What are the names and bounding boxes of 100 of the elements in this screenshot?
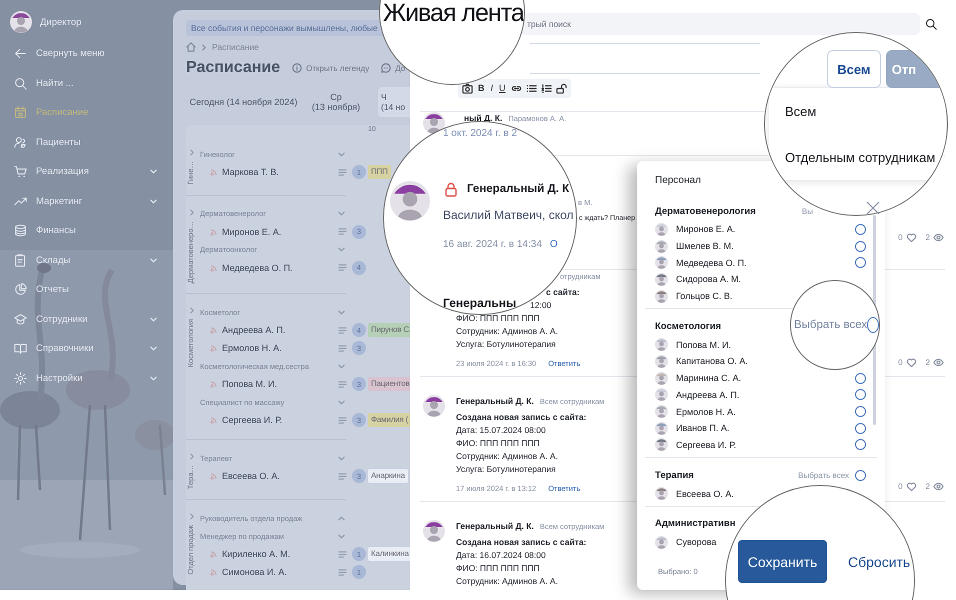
staff-name[interactable]: Капитанова О. А. (676, 356, 748, 366)
radio-button[interactable] (855, 372, 866, 384)
staff-name[interactable]: Кириленко А. М. (222, 549, 290, 560)
chevron-down-icon[interactable] (338, 152, 345, 156)
staff-name[interactable]: Попова М. И. (222, 379, 278, 389)
radio-button[interactable] (855, 406, 866, 418)
search-icon[interactable] (925, 18, 937, 30)
menu-icon[interactable] (338, 168, 347, 176)
menu-icon[interactable] (338, 228, 347, 236)
appointment-chip[interactable]: Фамилия ( (368, 413, 410, 427)
staff-name[interactable]: Сергеева И. Р. (222, 415, 282, 425)
author-avatar[interactable] (423, 112, 445, 134)
chevron-down-icon[interactable] (338, 534, 345, 539)
close-icon[interactable] (866, 201, 880, 215)
chevron-up-icon[interactable] (338, 516, 345, 521)
staff-name[interactable]: Симонова И. А. (222, 567, 287, 578)
radio-button[interactable] (855, 439, 866, 450)
radio-button[interactable] (855, 422, 866, 434)
radio-button[interactable] (855, 240, 866, 252)
appointment-chip[interactable]: Анаркина (368, 469, 408, 483)
appointment-chip[interactable]: Пирунов С. (368, 323, 410, 337)
staff-name[interactable]: Миронов Е. А. (222, 226, 282, 237)
numbered-list-icon[interactable] (540, 83, 552, 94)
save-button[interactable]: Сохранить (738, 540, 827, 583)
staff-name[interactable]: Гольцов С. В. (676, 291, 732, 302)
staff-name[interactable]: Маркова Т. В. (222, 167, 279, 177)
menu-icon[interactable] (338, 416, 347, 424)
staff-name[interactable]: Ермолов Н. А. (676, 406, 736, 417)
reset-link[interactable]: Сбросить (848, 554, 910, 570)
chevron-down-icon[interactable] (338, 310, 345, 314)
menu-icon[interactable] (338, 380, 347, 388)
staff-name[interactable]: Евсеева О. А. (676, 488, 734, 499)
menu-icon[interactable] (338, 264, 347, 272)
radio-button[interactable] (867, 317, 879, 333)
staff-name[interactable]: Андреева А. П. (222, 325, 286, 335)
radio-button[interactable] (855, 389, 866, 400)
author-avatar[interactable] (390, 181, 430, 221)
staff-name[interactable]: Андреева А. П. (676, 390, 740, 400)
staff-name[interactable]: Сидорова А. М. (676, 274, 741, 284)
author-avatar[interactable] (423, 395, 445, 417)
menu-item[interactable]: Отдельным сотрудникам (769, 134, 946, 180)
chevron-down-icon[interactable] (338, 364, 345, 368)
chevron-right-icon[interactable] (190, 208, 194, 216)
staff-name[interactable]: Шмелев В. М. (676, 241, 734, 252)
reply-link[interactable]: О (550, 238, 558, 252)
menu-icon[interactable] (338, 550, 347, 558)
radio-button[interactable] (855, 257, 866, 268)
chevron-right-icon[interactable] (190, 149, 194, 156)
staff-name[interactable]: Миронов Е. А. (676, 224, 736, 234)
author-name[interactable]: Генеральный Д. К. (456, 521, 534, 531)
chevron-down-icon[interactable] (338, 400, 345, 404)
chevron-right-icon[interactable] (190, 513, 194, 520)
underline-button[interactable]: U (498, 83, 507, 94)
chevron-down-icon[interactable] (338, 247, 345, 252)
author-name[interactable]: Генеральный Д. К. (456, 396, 534, 406)
heart-icon[interactable] (906, 232, 917, 243)
audience-button[interactable]: Всем (827, 50, 881, 88)
menu-icon[interactable] (338, 472, 347, 480)
staff-name[interactable]: Иванов П. А. (676, 423, 730, 434)
select-all-link[interactable]: Выбрать всех (794, 319, 867, 331)
staff-name[interactable]: Суворова (676, 537, 716, 548)
message-field[interactable] (530, 43, 760, 74)
menu-icon[interactable] (338, 568, 347, 576)
padlock-icon[interactable] (556, 83, 567, 94)
radio-button[interactable] (855, 470, 866, 481)
staff-name[interactable]: Медведева О. П. (676, 258, 747, 268)
appointment-chip[interactable]: Калинкина (368, 547, 410, 562)
author-name[interactable]: Генеральный Д. К (467, 183, 570, 195)
menu-icon[interactable] (338, 344, 347, 352)
author-avatar[interactable] (423, 520, 445, 542)
staff-name[interactable]: Сергеева И. Р. (676, 440, 736, 450)
staff-name[interactable]: Медведева О. П. (222, 262, 293, 273)
staff-name[interactable]: Ермолов Н. А. (222, 343, 282, 353)
appointment-chip[interactable]: Пациентов (368, 377, 410, 391)
heart-icon[interactable] (906, 481, 917, 492)
user-avatar[interactable] (10, 11, 32, 33)
cart-icon (14, 165, 27, 178)
chevron-right-icon[interactable] (190, 453, 194, 460)
menu-icon[interactable] (338, 326, 347, 334)
chevron-down-icon[interactable] (338, 211, 345, 216)
staff-name[interactable]: Попова М. И. (676, 340, 732, 350)
bold-button[interactable]: B (477, 83, 486, 94)
menu-item[interactable]: Всем (769, 88, 946, 134)
day-tab[interactable]: Ч (14 но (378, 87, 410, 117)
staff-name[interactable]: Маринина С. А. (676, 373, 742, 384)
radio-button[interactable] (855, 224, 866, 235)
link-icon[interactable] (510, 83, 522, 94)
appointment-chip[interactable]: ППП (368, 165, 391, 179)
bullet-list-icon[interactable] (526, 83, 537, 94)
camera-icon[interactable] (462, 83, 473, 94)
staff-name[interactable]: Евсеева О. А. (222, 471, 280, 481)
chevron-down-icon[interactable] (338, 456, 345, 460)
chevron-right-icon[interactable] (190, 307, 194, 314)
day-tab[interactable]: Ср (13 ноября) (301, 87, 371, 117)
italic-button[interactable]: I (490, 83, 494, 94)
day-tab[interactable]: Сегодня (14 ноября 2024) (186, 87, 301, 117)
staff-avatar (655, 272, 668, 286)
heart-icon[interactable] (906, 357, 917, 368)
author-name[interactable]: Генеральны (443, 296, 516, 310)
home-icon[interactable] (186, 42, 196, 52)
